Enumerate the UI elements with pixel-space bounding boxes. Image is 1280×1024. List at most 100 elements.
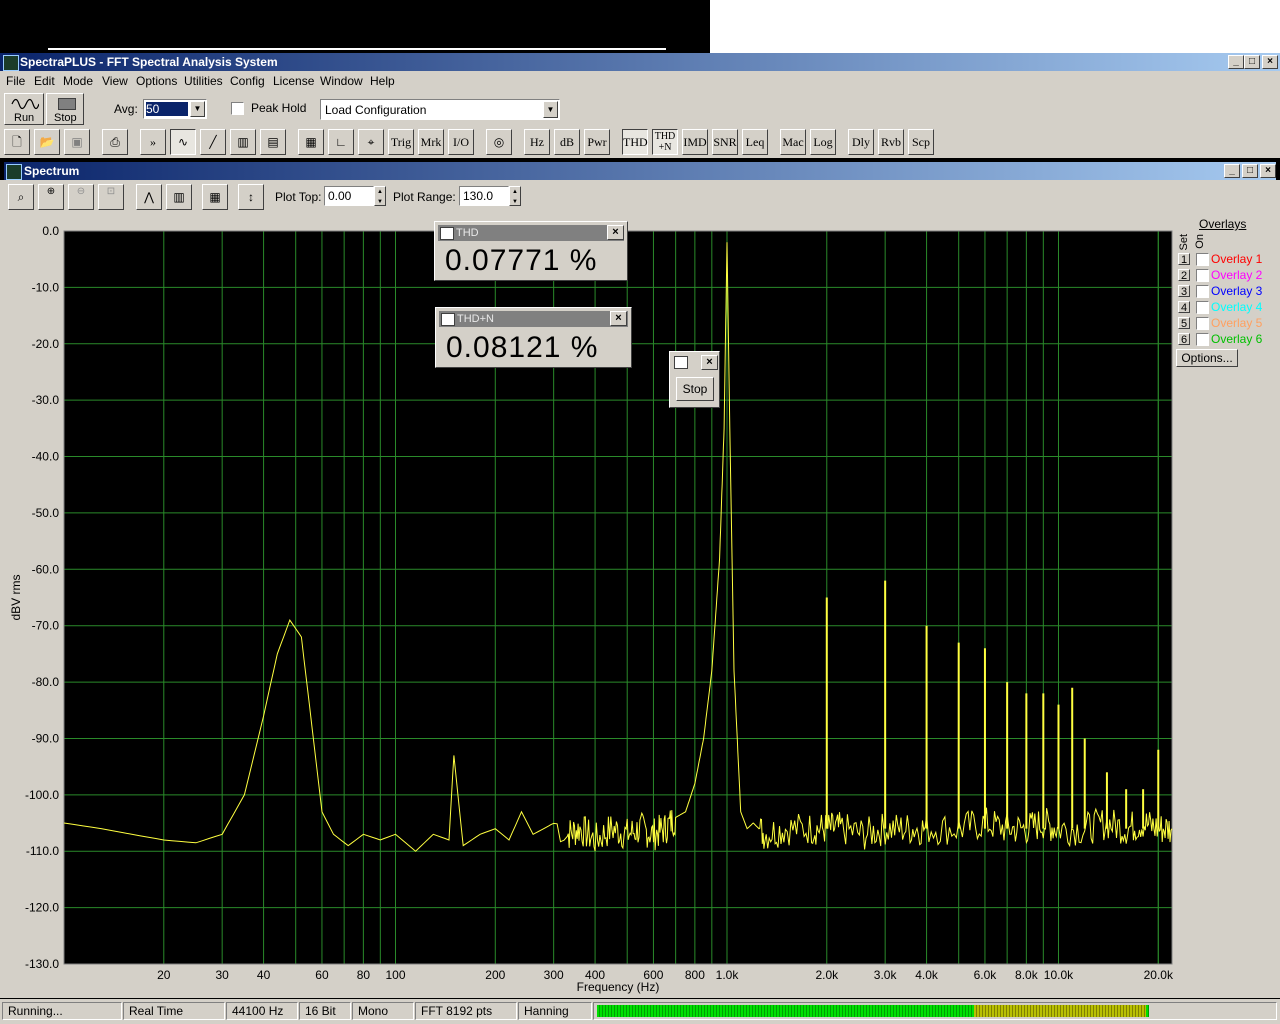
- thdn-title: THD+N: [457, 313, 494, 325]
- overlay-set-button[interactable]: 2: [1178, 269, 1190, 282]
- db-button[interactable]: dB: [554, 129, 580, 155]
- peak-hold-checkbox[interactable]: [231, 102, 244, 115]
- probe-icon[interactable]: ⌖: [358, 129, 384, 155]
- save-icon[interactable]: ▣: [64, 129, 90, 155]
- plot-range-input[interactable]: 130.0: [459, 186, 509, 206]
- plot-top-label: Plot Top:: [275, 190, 322, 204]
- axis-icon[interactable]: ∟: [328, 129, 354, 155]
- x-tick-label: 60: [315, 968, 329, 982]
- y-tick-label: -20.0: [32, 337, 60, 351]
- line-plot-icon[interactable]: ⋀: [136, 184, 162, 210]
- thd-popup[interactable]: THD × 0.07771 %: [434, 221, 628, 281]
- menu-window[interactable]: Window: [320, 74, 363, 88]
- x-tick-label: 1.0k: [716, 968, 740, 982]
- dly-button[interactable]: Dly: [848, 129, 874, 155]
- spectrum-mode-icon[interactable]: ∿: [170, 129, 196, 155]
- hz-button[interactable]: Hz: [524, 129, 550, 155]
- time-series-icon[interactable]: ╱: [200, 129, 226, 155]
- thdn-popup[interactable]: THD+N × 0.08121 %: [435, 307, 632, 368]
- overlay-options-button[interactable]: Options...: [1176, 349, 1238, 367]
- thd-title: THD: [456, 227, 479, 239]
- run-button[interactable]: Run: [4, 93, 44, 125]
- thdn-popup-title[interactable]: THD+N: [439, 311, 628, 327]
- menu-view[interactable]: View: [102, 74, 128, 88]
- vertical-scale-icon[interactable]: ↕: [238, 184, 264, 210]
- mac-button[interactable]: Mac: [780, 129, 806, 155]
- menu-license[interactable]: License: [273, 74, 314, 88]
- zoom-out-icon[interactable]: ⊖: [68, 184, 94, 210]
- overlay-checkbox[interactable]: [1196, 269, 1209, 282]
- chevron-down-icon[interactable]: ▼: [543, 101, 558, 118]
- configuration-select[interactable]: Load Configuration ▼: [320, 99, 560, 120]
- menu-options[interactable]: Options: [136, 74, 177, 88]
- maximize-icon[interactable]: □: [1242, 164, 1258, 178]
- spectrogram-icon[interactable]: ▥: [230, 129, 256, 155]
- close-icon[interactable]: ×: [1262, 55, 1278, 69]
- minimize-icon[interactable]: _: [1224, 164, 1240, 178]
- stop-label: Stop: [54, 112, 77, 124]
- avg-select[interactable]: 50 ▼: [143, 99, 207, 119]
- imd-button[interactable]: IMD: [682, 129, 708, 155]
- app-icon[interactable]: [3, 55, 19, 71]
- plot-range-spinner[interactable]: ▲ ▼: [509, 186, 521, 206]
- x-tick-label: 2.0k: [815, 968, 839, 982]
- snr-button[interactable]: SNR: [712, 129, 738, 155]
- close-icon[interactable]: ×: [701, 355, 718, 370]
- plot-top-spinner[interactable]: ▲ ▼: [374, 186, 386, 206]
- close-icon[interactable]: ×: [610, 311, 627, 326]
- 3d-surface-icon[interactable]: ▤: [260, 129, 286, 155]
- bar-plot-icon[interactable]: ▥: [166, 184, 192, 210]
- print-icon[interactable]: ⎙: [102, 129, 128, 155]
- overlay-checkbox[interactable]: [1196, 333, 1209, 346]
- zoom-in-icon[interactable]: ⊕: [38, 184, 64, 210]
- zoom-icon[interactable]: ⌕: [8, 184, 34, 210]
- overlay-checkbox[interactable]: [1196, 253, 1209, 266]
- chevron-down-icon[interactable]: ▼: [190, 101, 205, 117]
- maximize-icon[interactable]: □: [1244, 55, 1260, 69]
- status-mode: Real Time: [123, 1002, 225, 1020]
- avg-label: Avg:: [114, 102, 138, 116]
- overlay-checkbox[interactable]: [1196, 317, 1209, 330]
- overlay-set-button[interactable]: 6: [1178, 333, 1190, 346]
- stop-button[interactable]: Stop: [46, 93, 84, 125]
- menu-file[interactable]: File: [6, 74, 25, 88]
- scp-button[interactable]: Scp: [908, 129, 934, 155]
- menu-config[interactable]: Config: [230, 74, 265, 88]
- pwr-button[interactable]: Pwr: [584, 129, 610, 155]
- stop-popup-button[interactable]: Stop: [676, 377, 714, 401]
- log-button[interactable]: Log: [810, 129, 836, 155]
- stop-popup[interactable]: × Stop: [669, 351, 720, 408]
- minimize-icon[interactable]: _: [1228, 55, 1244, 69]
- close-icon[interactable]: ×: [1260, 164, 1276, 178]
- signal-generator-icon[interactable]: ◎: [486, 129, 512, 155]
- menu-utilities[interactable]: Utilities: [184, 74, 223, 88]
- rvb-button[interactable]: Rvb: [878, 129, 904, 155]
- overlay-checkbox[interactable]: [1196, 301, 1209, 314]
- menu-help[interactable]: Help: [370, 74, 395, 88]
- overlay-set-button[interactable]: 5: [1178, 317, 1190, 330]
- x-tick-label: 20.0k: [1144, 968, 1174, 982]
- display-settings-icon[interactable]: ▦: [298, 129, 324, 155]
- plot-settings-icon[interactable]: ▦: [202, 184, 228, 210]
- leq-button[interactable]: Leq: [742, 129, 768, 155]
- fast-forward-icon[interactable]: »: [140, 129, 166, 155]
- overlay-set-button[interactable]: 4: [1178, 301, 1190, 314]
- thdn-button[interactable]: THD +N: [652, 129, 678, 155]
- thd-popup-title[interactable]: THD: [438, 225, 624, 241]
- plot-top-input[interactable]: 0.00: [324, 186, 374, 206]
- mrk-button[interactable]: Mrk: [418, 129, 444, 155]
- menu-mode[interactable]: Mode: [63, 74, 93, 88]
- overlay-checkbox[interactable]: [1196, 285, 1209, 298]
- menu-edit[interactable]: Edit: [34, 74, 55, 88]
- zoom-full-icon[interactable]: ⊡: [98, 184, 124, 210]
- app-title-bar[interactable]: SpectraPLUS - FFT Spectral Analysis Syst…: [0, 53, 1280, 71]
- overlay-set-button[interactable]: 3: [1178, 285, 1190, 298]
- trig-button[interactable]: Trig: [388, 129, 414, 155]
- overlay-set-button[interactable]: 1: [1178, 253, 1190, 266]
- spectrum-title-bar[interactable]: Spectrum _ □ ×: [4, 162, 1276, 180]
- open-folder-icon[interactable]: 📂: [34, 129, 60, 155]
- new-file-icon[interactable]: 🗋: [4, 129, 30, 155]
- io-button[interactable]: I/O: [448, 129, 474, 155]
- thd-button[interactable]: THD: [622, 129, 648, 155]
- close-icon[interactable]: ×: [607, 225, 624, 240]
